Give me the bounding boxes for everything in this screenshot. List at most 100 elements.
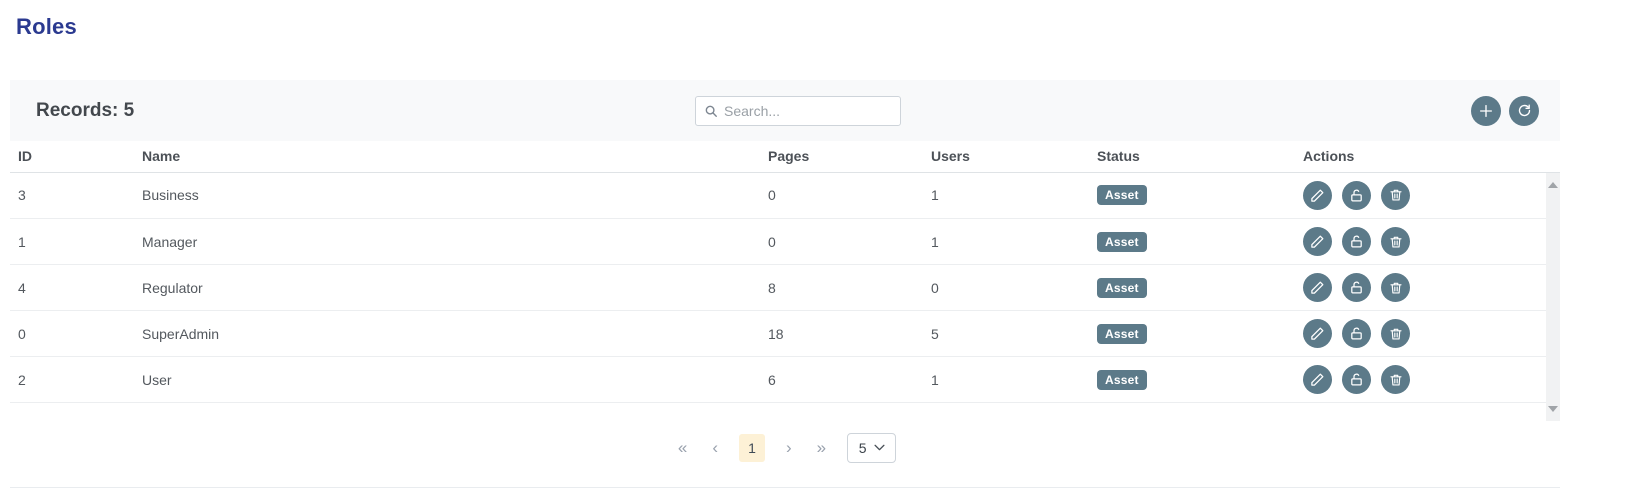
cell-name: Business [134,173,760,219]
edit-button[interactable] [1303,227,1332,256]
pencil-icon [1310,326,1325,341]
permissions-button[interactable] [1342,319,1371,348]
pencil-icon [1310,372,1325,387]
delete-button[interactable] [1381,273,1410,302]
table-row: 2 User 6 1 Asset [10,357,1560,403]
table-row: 0 SuperAdmin 18 5 Asset [10,311,1560,357]
table-row: 1 Manager 0 1 Asset [10,219,1560,265]
table-toolbar: Records: 5 [10,80,1560,141]
row-actions [1303,365,1552,394]
cell-status: Asset [1089,357,1295,403]
refresh-button[interactable] [1509,96,1539,126]
delete-button[interactable] [1381,227,1410,256]
edit-button[interactable] [1303,319,1332,348]
cell-actions [1295,265,1560,311]
trash-icon [1389,281,1403,295]
cell-id: 2 [10,357,134,403]
column-header-users: Users [923,141,1089,172]
status-badge: Asset [1097,324,1147,344]
pencil-icon [1310,234,1325,249]
status-badge: Asset [1097,185,1147,205]
permissions-button[interactable] [1342,365,1371,394]
cell-actions [1295,173,1560,219]
first-page-button[interactable]: « [674,433,691,463]
cell-id: 1 [10,219,134,265]
cell-pages: 18 [760,311,923,357]
column-header-status: Status [1089,141,1295,172]
row-actions [1303,181,1552,210]
page-size-value: 5 [859,440,867,456]
roles-panel: Records: 5 ID Name [10,80,1560,488]
edit-button[interactable] [1303,273,1332,302]
permissions-button[interactable] [1342,273,1371,302]
edit-button[interactable] [1303,365,1332,394]
trash-icon [1389,188,1403,202]
permissions-button[interactable] [1342,227,1371,256]
cell-name: Regulator [134,265,760,311]
table-scrollbar[interactable] [1546,173,1560,421]
cell-pages: 0 [760,173,923,219]
delete-button[interactable] [1381,181,1410,210]
roles-table-body: 3 Business 0 1 Asset [10,173,1560,404]
cell-status: Asset [1089,265,1295,311]
row-actions [1303,227,1552,256]
cell-status: Asset [1089,311,1295,357]
page-title: Roles [0,0,1643,40]
edit-button[interactable] [1303,181,1332,210]
row-actions [1303,319,1552,348]
cell-actions [1295,357,1560,403]
roles-table-header: ID Name Pages Users Status Actions [10,141,1560,173]
cell-status: Asset [1089,219,1295,265]
current-page-button[interactable]: 1 [739,434,765,462]
table-row: 3 Business 0 1 Asset [10,173,1560,219]
cell-name: Manager [134,219,760,265]
row-actions [1303,273,1552,302]
search-box[interactable] [695,96,901,126]
delete-button[interactable] [1381,365,1410,394]
cell-actions [1295,219,1560,265]
cell-users: 0 [923,265,1089,311]
add-button[interactable] [1471,96,1501,126]
scroll-down-icon[interactable] [1548,406,1558,412]
status-badge: Asset [1097,232,1147,252]
status-badge: Asset [1097,370,1147,390]
last-page-button[interactable]: » [813,433,830,463]
trash-icon [1389,235,1403,249]
pencil-icon [1310,280,1325,295]
search-input[interactable] [724,103,892,119]
cell-users: 1 [923,173,1089,219]
trash-icon [1389,327,1403,341]
records-count: Records: 5 [36,100,134,122]
pagination: « ‹ 1 › » 5 [10,421,1560,488]
page-size-select[interactable]: 5 [847,433,896,463]
toolbar-actions [1471,96,1539,126]
cell-users: 1 [923,219,1089,265]
table-row: 4 Regulator 8 0 Asset [10,265,1560,311]
cell-id: 3 [10,173,134,219]
cell-pages: 0 [760,219,923,265]
cell-pages: 8 [760,265,923,311]
status-badge: Asset [1097,278,1147,298]
column-header-id: ID [10,141,134,172]
cell-id: 4 [10,265,134,311]
pencil-icon [1310,188,1325,203]
prev-page-button[interactable]: ‹ [708,433,722,463]
column-header-name: Name [134,141,760,172]
cell-users: 5 [923,311,1089,357]
delete-button[interactable] [1381,319,1410,348]
unlock-icon [1349,326,1364,341]
cell-status: Asset [1089,173,1295,219]
unlock-icon [1349,188,1364,203]
next-page-button[interactable]: › [782,433,796,463]
unlock-icon [1349,234,1364,249]
search-icon [704,104,718,118]
cell-name: SuperAdmin [134,311,760,357]
plus-icon [1478,103,1494,119]
unlock-icon [1349,372,1364,387]
column-header-pages: Pages [760,141,923,172]
scroll-up-icon[interactable] [1548,182,1558,188]
cell-actions [1295,311,1560,357]
permissions-button[interactable] [1342,181,1371,210]
chevron-down-icon [874,444,885,451]
cell-name: User [134,357,760,403]
